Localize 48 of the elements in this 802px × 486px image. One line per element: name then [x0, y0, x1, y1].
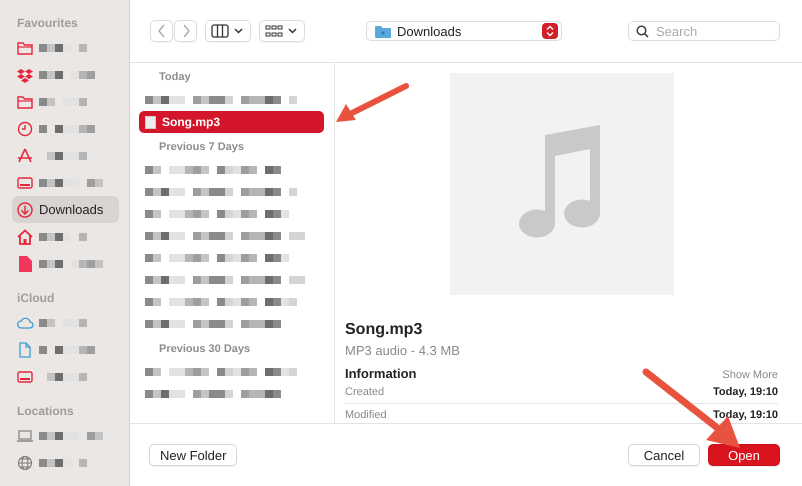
file-name: Song.mp3 — [345, 321, 424, 339]
redacted-text — [39, 318, 87, 326]
redacted-text — [39, 70, 95, 78]
apps-icon — [16, 146, 34, 164]
group-heading: Previous 7 Days — [159, 141, 245, 155]
sidebar-section-title: Favourites — [17, 16, 79, 30]
group-heading: Previous 30 Days — [159, 343, 252, 357]
location-dropdown[interactable]: Downloads — [366, 21, 562, 41]
chevron-right-icon — [180, 24, 190, 38]
redacted-text — [39, 98, 87, 106]
sidebar-section-title: iCloud — [17, 291, 56, 305]
columns-icon — [211, 24, 245, 38]
file-type-size: MP3 audio - 4.3 MB — [345, 343, 461, 358]
forward-button[interactable] — [174, 20, 197, 42]
redacted-text — [39, 458, 87, 466]
info-label: Modified — [345, 409, 387, 421]
grid-icon — [265, 24, 299, 38]
globe-icon — [16, 454, 34, 472]
icon-view-button[interactable] — [259, 20, 305, 42]
sidebar-item[interactable]: Downloads — [12, 196, 119, 223]
home-icon — [16, 228, 34, 246]
search-field[interactable]: Search — [628, 21, 780, 41]
open-button[interactable]: Open — [708, 444, 780, 466]
chevron-left-icon — [156, 24, 166, 38]
show-more-link[interactable]: Show More — [722, 369, 778, 381]
clock-icon — [16, 120, 34, 138]
redacted-text — [39, 232, 87, 240]
info-value: Today, 19:10 — [712, 386, 778, 398]
cancel-button[interactable]: Cancel — [628, 444, 700, 466]
column-view-button[interactable] — [205, 20, 251, 42]
new-folder-button[interactable]: New Folder — [149, 444, 238, 466]
redacted-text — [39, 178, 103, 186]
redacted-text — [39, 44, 87, 52]
info-value: Today, 19:10 — [712, 409, 778, 421]
sidebar-section-title: Locations — [17, 404, 75, 418]
back-button[interactable] — [150, 20, 173, 42]
download-icon — [16, 200, 34, 218]
information-heading: Information — [345, 366, 416, 381]
group-heading: Today — [159, 71, 192, 85]
redacted-text — [39, 260, 103, 268]
stepper-icon — [542, 23, 558, 39]
file-row[interactable]: Song.mp3 — [139, 111, 324, 133]
document-icon — [16, 254, 34, 272]
info-label: Created — [345, 386, 384, 398]
redacted-text — [39, 432, 103, 440]
redacted-text — [39, 124, 95, 132]
audio-file-icon — [145, 116, 156, 128]
folder-icon — [375, 24, 391, 38]
